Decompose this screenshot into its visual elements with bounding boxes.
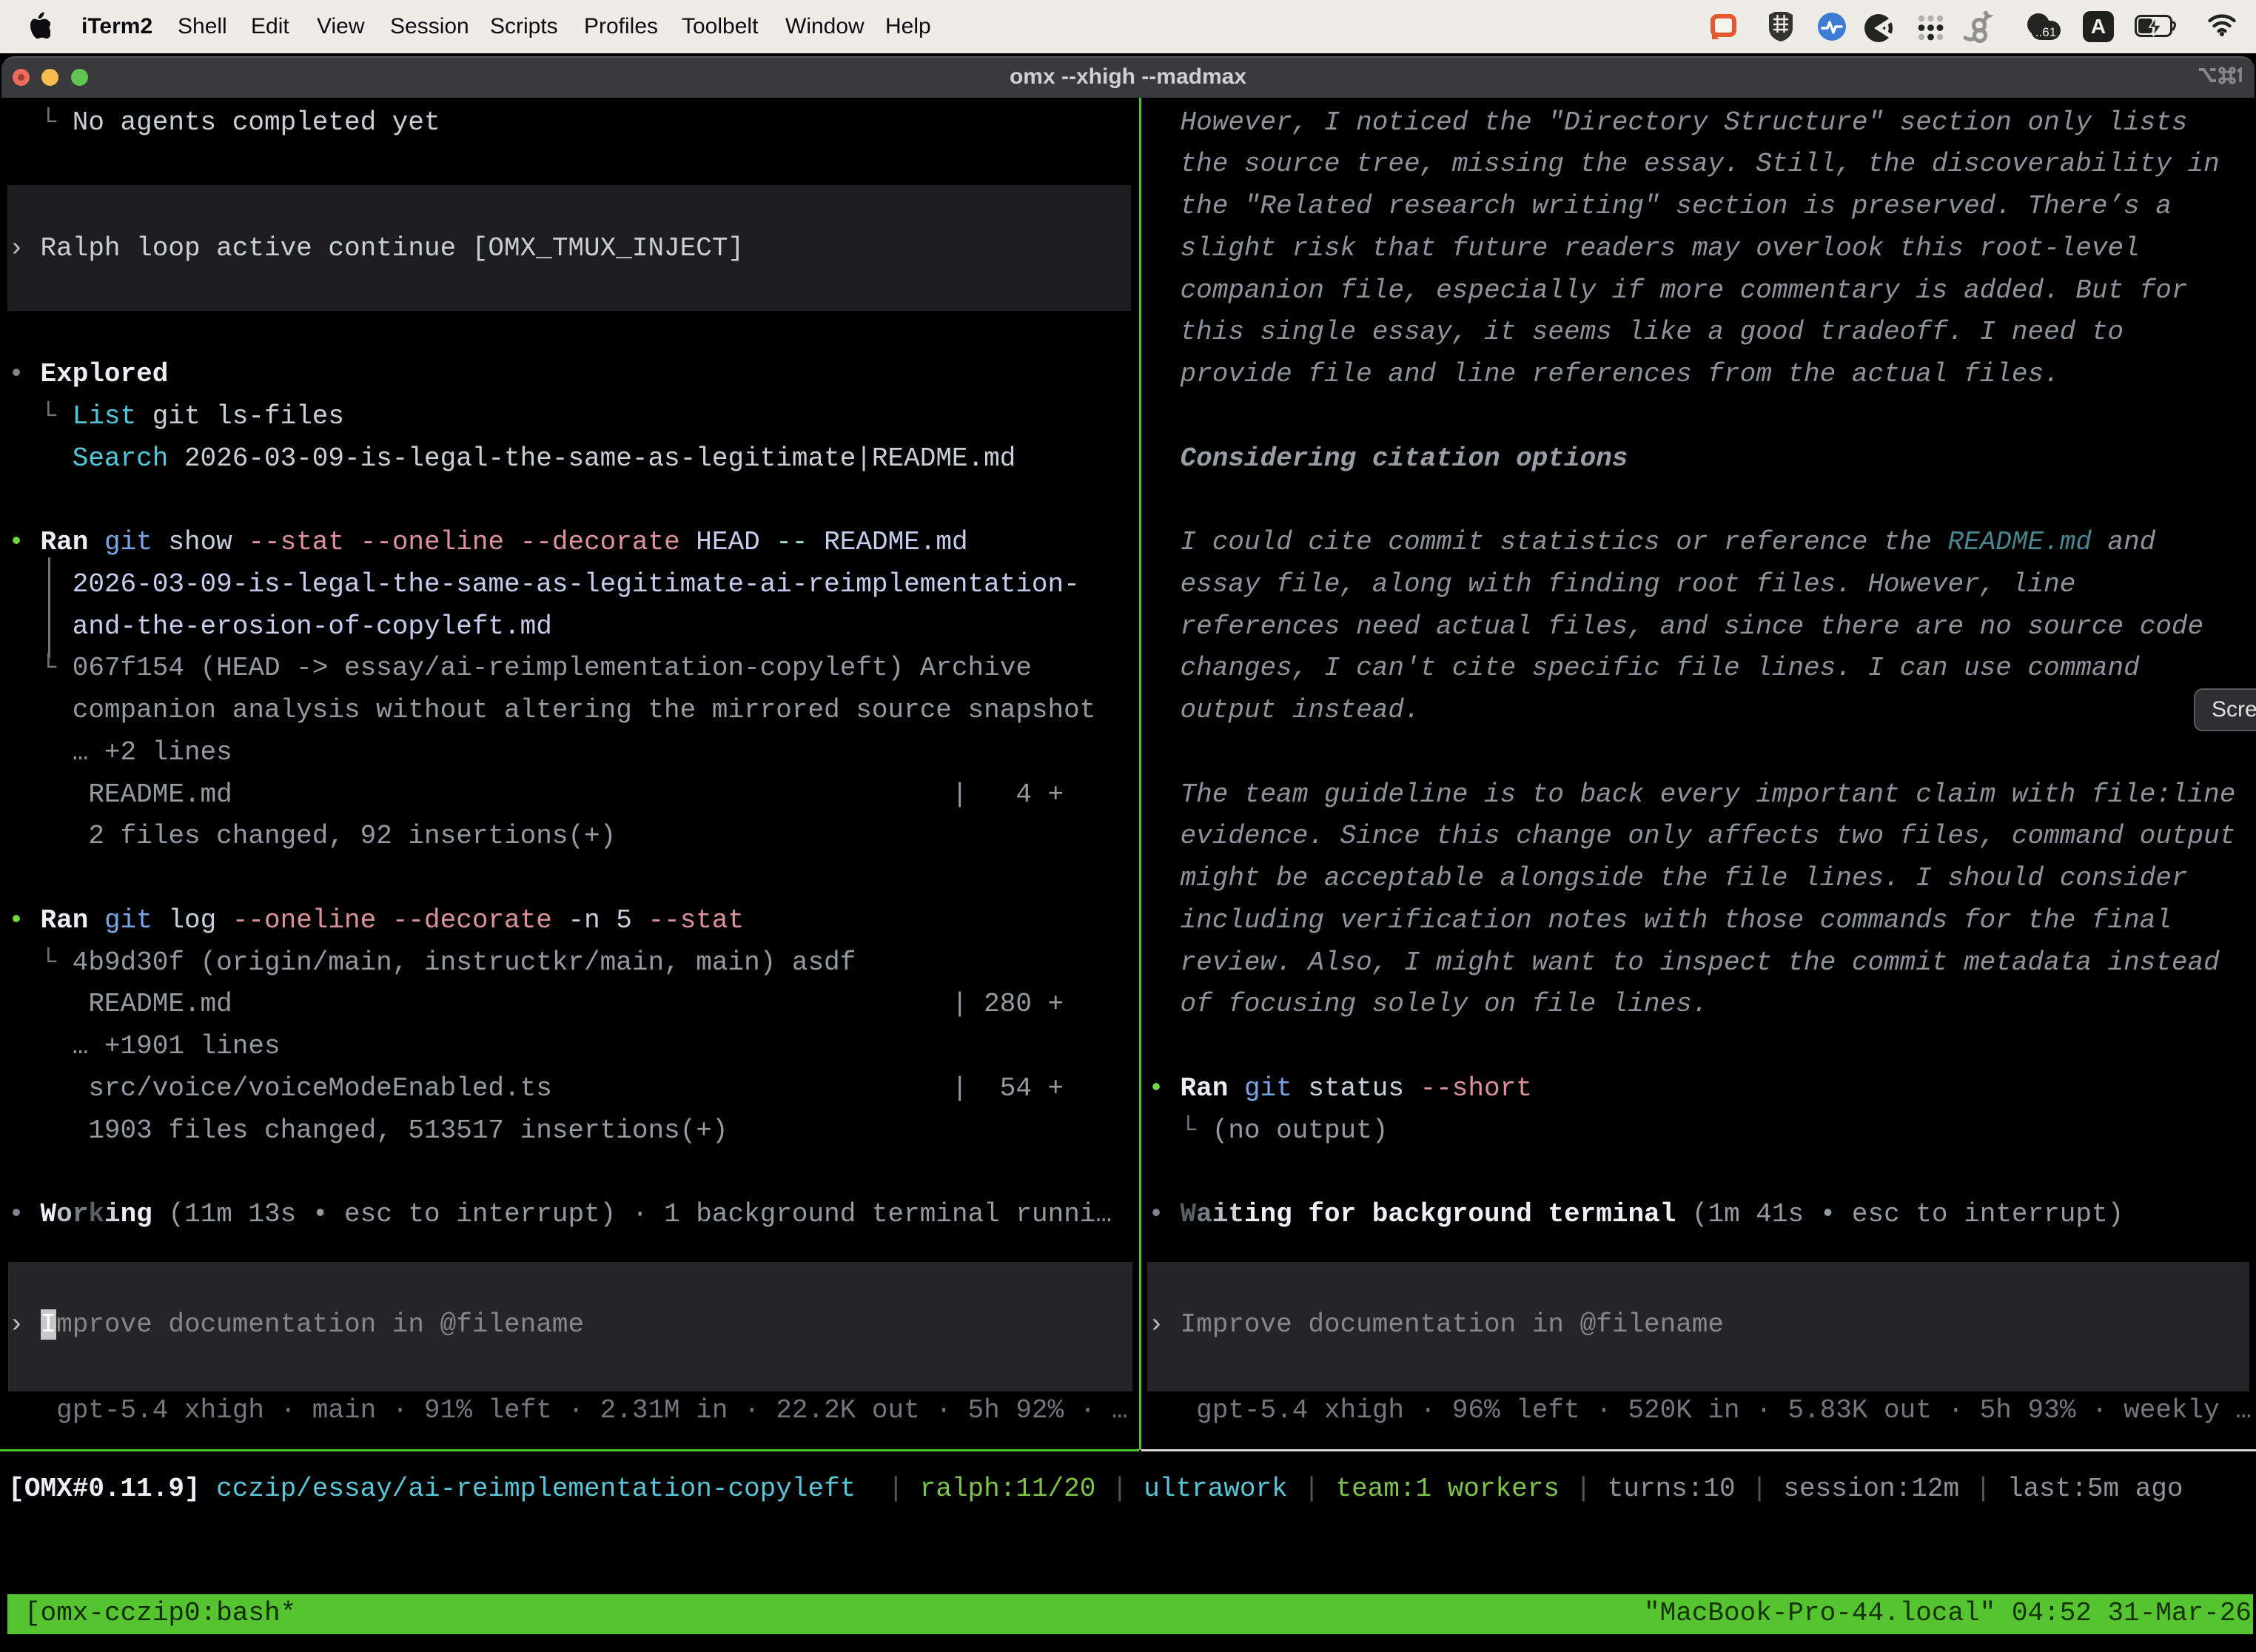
svg-text:..61: ..61 bbox=[2035, 25, 2056, 39]
